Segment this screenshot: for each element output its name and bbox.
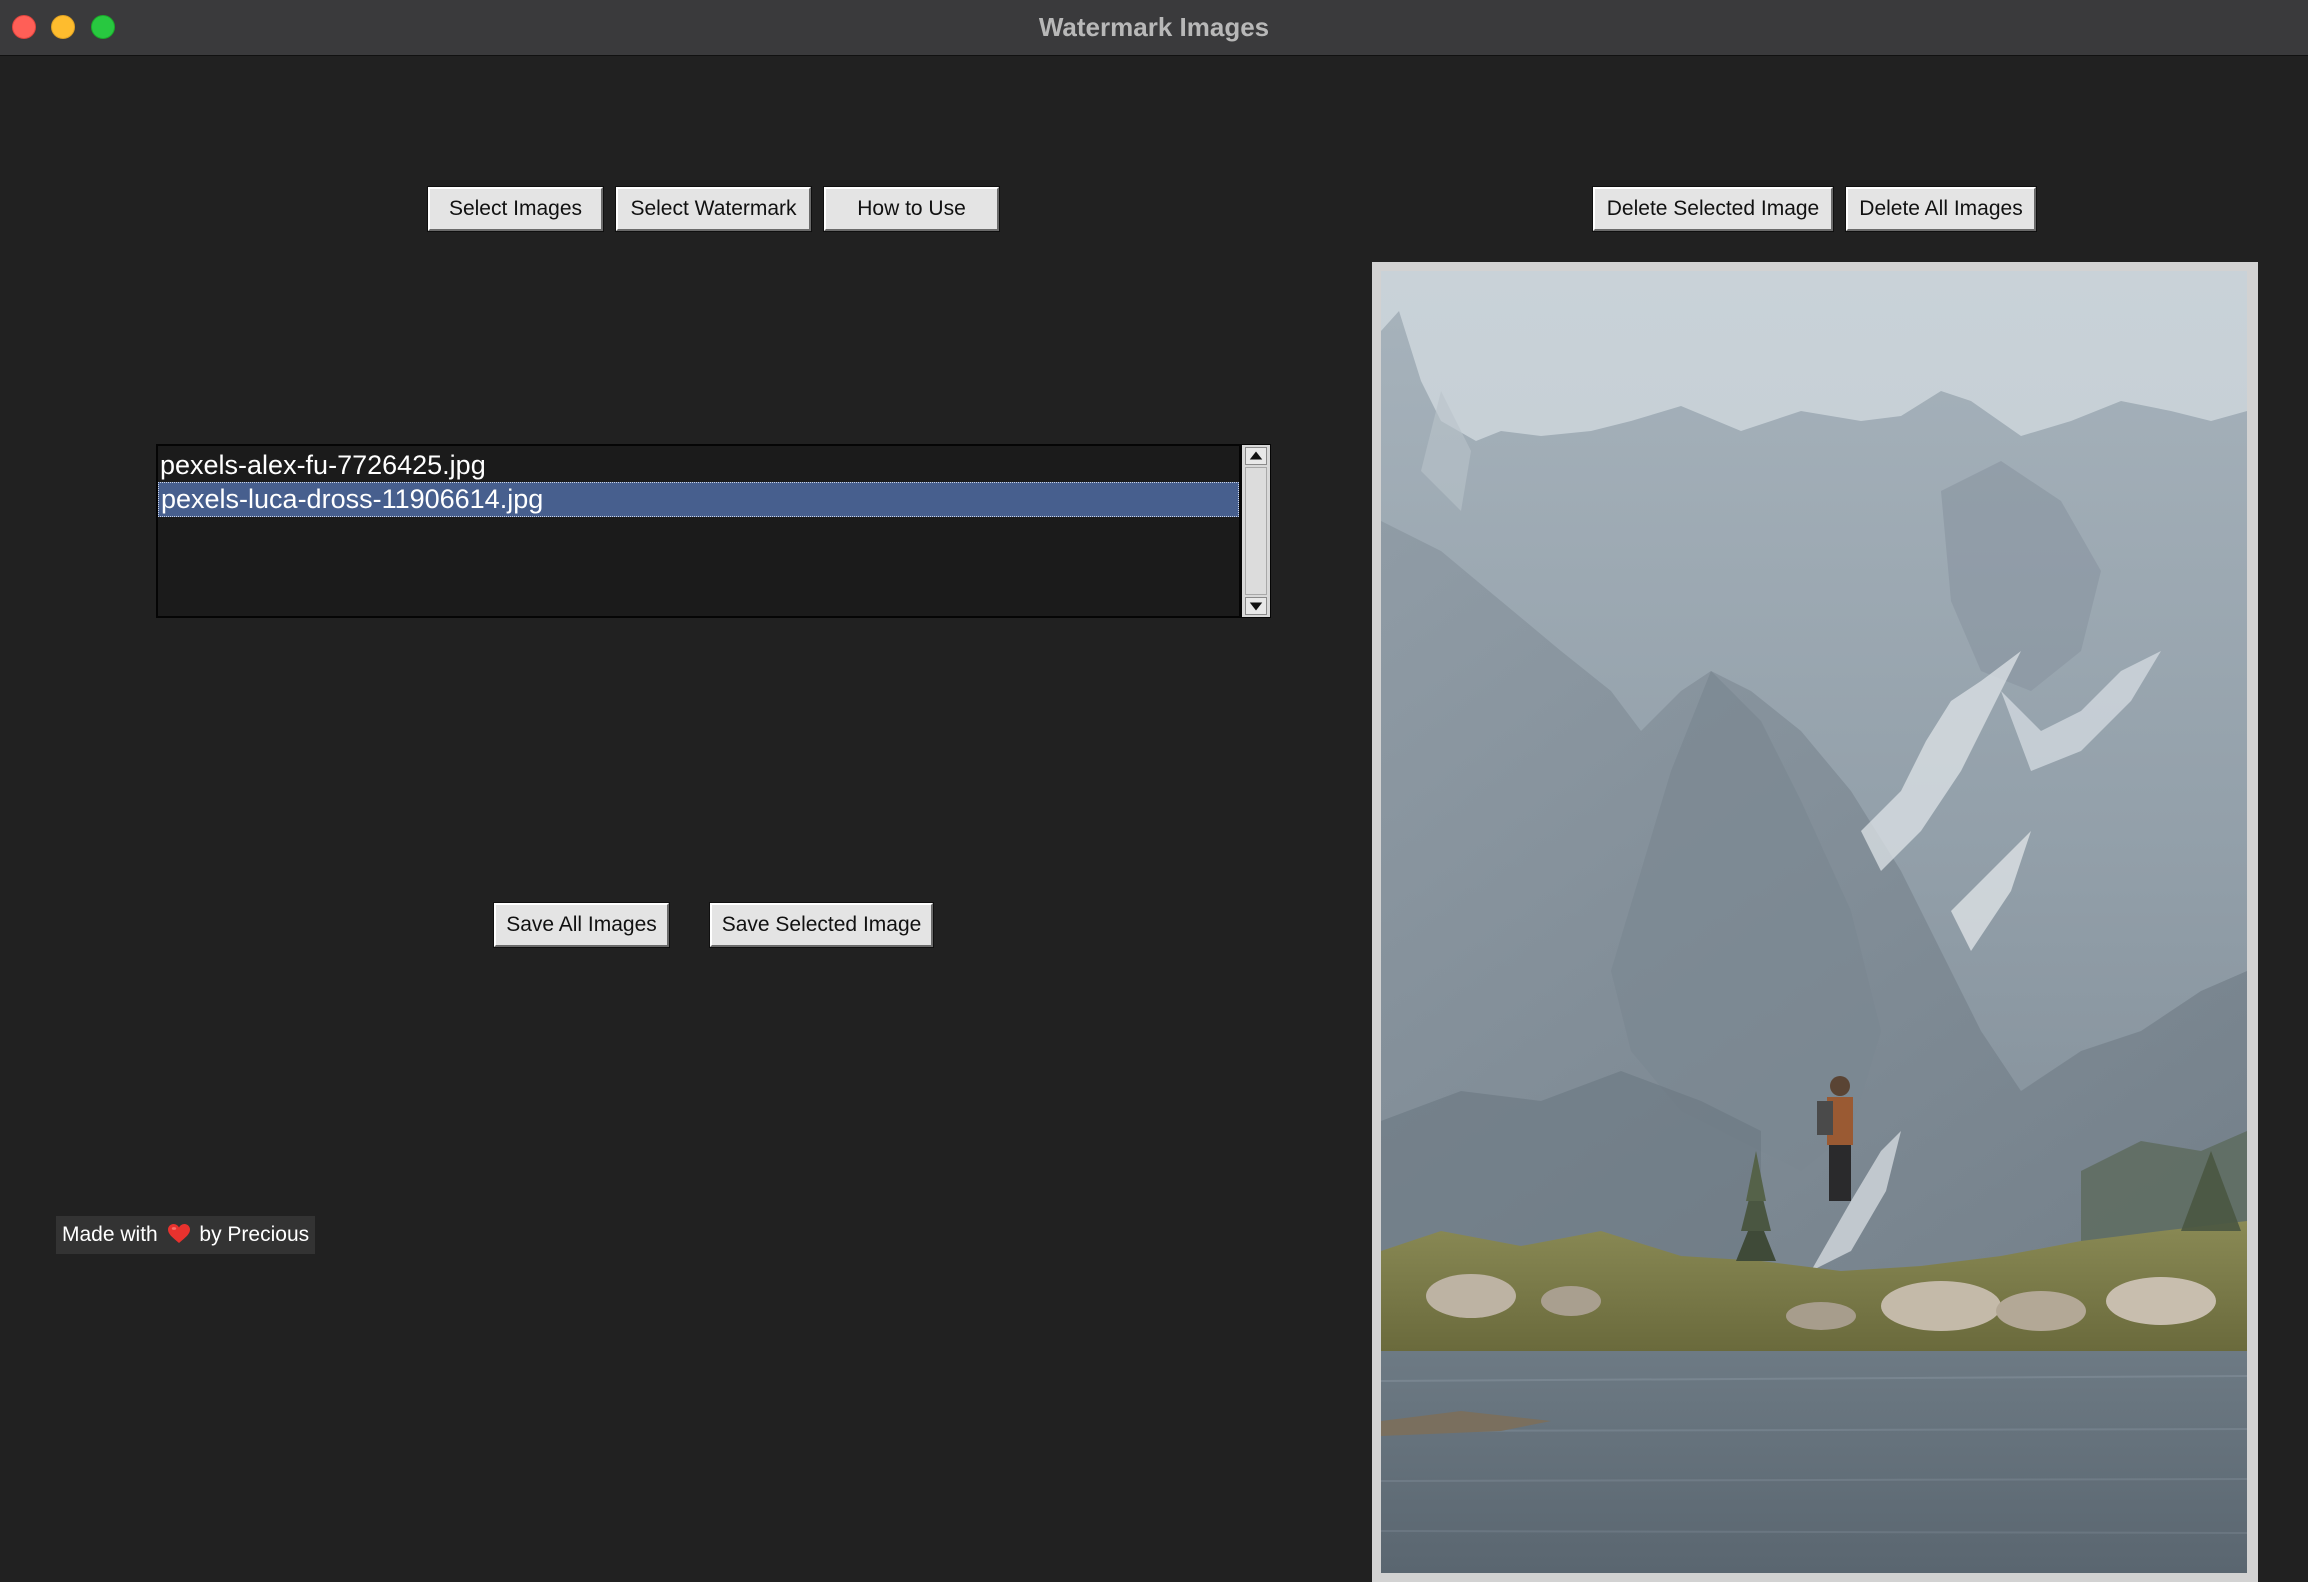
save-all-images-button[interactable]: Save All Images	[493, 902, 670, 948]
select-images-button[interactable]: Select Images	[427, 186, 604, 232]
app-window: Watermark Images Select Images Select Wa…	[0, 0, 2308, 1582]
scroll-up-arrow-icon[interactable]	[1245, 447, 1267, 465]
save-selected-image-button[interactable]: Save Selected Image	[709, 902, 934, 948]
delete-selected-image-button[interactable]: Delete Selected Image	[1592, 186, 1834, 232]
title-bar[interactable]: Watermark Images	[0, 0, 2308, 56]
scrollbar-thumb[interactable]	[1245, 467, 1267, 595]
credit-label: Made with by Precious	[56, 1216, 316, 1254]
list-scrollbar[interactable]	[1241, 444, 1271, 618]
heart-icon	[167, 1219, 190, 1243]
image-file-list[interactable]: pexels-alex-fu-7726425.jpg pexels-luca-d…	[156, 444, 1241, 618]
scroll-down-arrow-icon[interactable]	[1245, 597, 1267, 615]
delete-all-images-button[interactable]: Delete All Images	[1845, 186, 2037, 232]
credit-suffix: by Precious	[199, 1223, 310, 1246]
select-watermark-button[interactable]: Select Watermark	[615, 186, 812, 232]
list-item-selected[interactable]: pexels-luca-dross-11906614.jpg	[158, 482, 1239, 517]
how-to-use-button[interactable]: How to Use	[823, 186, 1000, 232]
window-title: Watermark Images	[1038, 12, 1270, 42]
preview-photo	[1381, 271, 2247, 1573]
credit-prefix: Made with	[62, 1223, 158, 1246]
image-preview-panel	[1372, 262, 2258, 1582]
list-item[interactable]: pexels-alex-fu-7726425.jpg	[158, 448, 1239, 483]
